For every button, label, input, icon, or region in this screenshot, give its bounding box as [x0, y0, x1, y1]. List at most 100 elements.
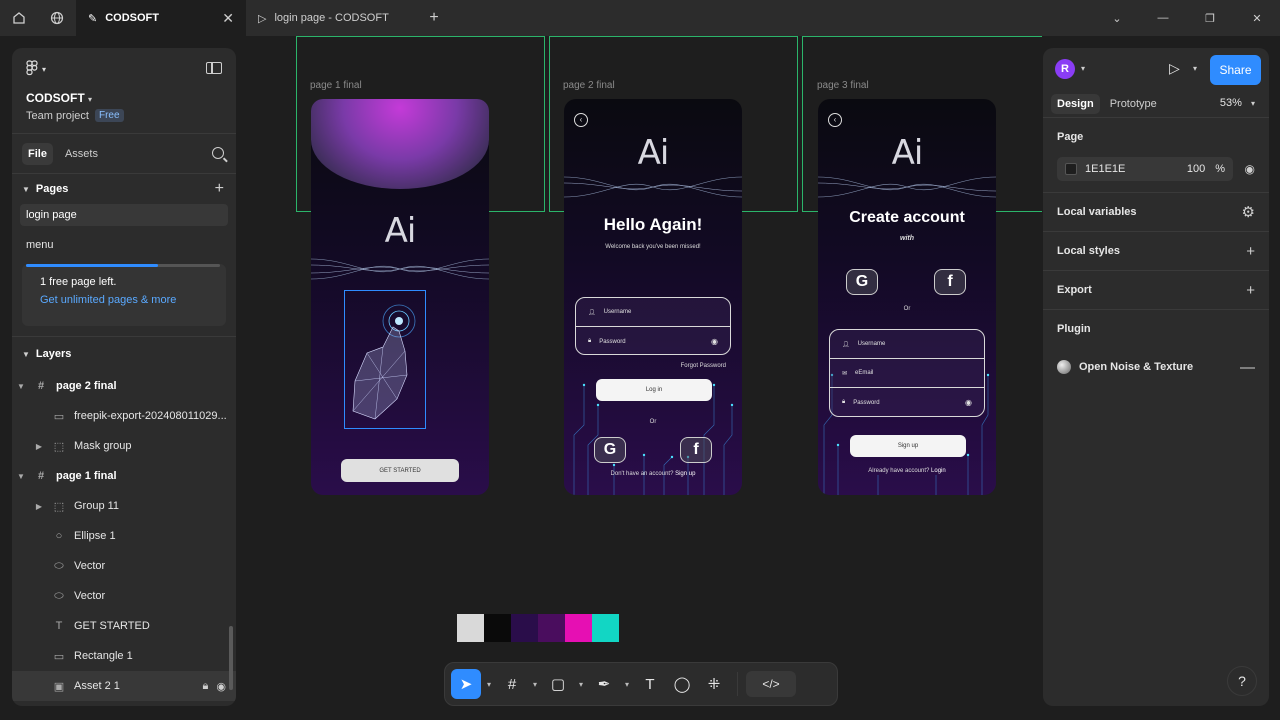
layer-row[interactable]: ○ Ellipse 1 — [12, 521, 236, 551]
close-window-button[interactable]: ✕ — [1234, 0, 1280, 36]
sign-up-link[interactable]: Sign up — [675, 471, 695, 477]
layer-row[interactable]: ⬭ Vector — [12, 581, 236, 611]
back-icon[interactable]: ‹ — [828, 113, 842, 127]
page-opacity[interactable]: 100 — [1187, 163, 1205, 175]
present-play-icon[interactable]: ▷ — [1169, 60, 1180, 77]
dev-mode-toggle[interactable]: </> — [746, 671, 796, 697]
frame-label[interactable]: page 3 final — [817, 80, 869, 91]
eye-icon[interactable]: ◉ — [711, 337, 718, 346]
swatch-dark-purple[interactable] — [511, 614, 538, 642]
page-item-login-page[interactable]: login page — [20, 204, 228, 226]
chevron-down-icon[interactable]: ▾ — [1081, 64, 1085, 73]
new-tab-button[interactable]: + — [416, 9, 452, 27]
help-button[interactable]: ? — [1227, 666, 1257, 696]
search-icon[interactable] — [212, 147, 224, 159]
forgot-password-link[interactable]: Forgot Password — [564, 363, 742, 369]
upgrade-link[interactable]: Get unlimited pages & more — [40, 294, 218, 306]
page-color-hex[interactable]: 1E1E1E — [1085, 163, 1125, 175]
avatar[interactable]: R — [1055, 59, 1075, 79]
layer-row[interactable]: ▭ freepik-export-202408011029... — [12, 401, 236, 431]
remove-plugin-button[interactable]: — — [1240, 359, 1255, 376]
pages-header[interactable]: ▼ Pages + — [12, 174, 236, 204]
frame-tool[interactable]: # — [497, 669, 527, 699]
eye-icon[interactable]: ◉ — [965, 398, 972, 407]
asset-selection-box[interactable] — [344, 290, 426, 429]
sign-up-button[interactable]: Sign up — [850, 435, 966, 457]
add-export-button[interactable]: + — [1246, 282, 1255, 299]
swatch-magenta[interactable] — [565, 614, 592, 642]
tab-assets[interactable]: Assets — [59, 143, 104, 165]
project-name[interactable]: CODSOFT ▾ — [26, 91, 222, 105]
layer-row[interactable]: ▣ Asset 2 1 🔒︎ ◉ — [12, 671, 236, 701]
frame-label[interactable]: page 1 final — [310, 80, 362, 91]
local-variables-section[interactable]: Local variables ⚙ — [1043, 193, 1269, 232]
tab-prototype[interactable]: Prototype — [1104, 94, 1163, 114]
layer-row[interactable]: ▶ ⬚ Mask group — [12, 431, 236, 461]
layer-row[interactable]: ▼ # page 2 final — [12, 371, 236, 401]
swatch-teal[interactable] — [592, 614, 619, 642]
chevron-right-icon[interactable]: ▶ — [34, 442, 44, 451]
username-field[interactable]: 👤︎ Username — [830, 330, 984, 359]
layers-header[interactable]: ▼ Layers — [12, 337, 236, 371]
page-3-frame[interactable]: ‹ Ai Create account with G f Or 👤︎ Userna… — [818, 99, 996, 495]
frame-label[interactable]: page 2 final — [563, 80, 615, 91]
chevron-right-icon[interactable]: ▶ — [34, 502, 44, 511]
export-section[interactable]: Export + — [1043, 271, 1269, 310]
page-item-menu[interactable]: menu — [20, 234, 228, 256]
text-tool[interactable]: T — [635, 669, 665, 699]
chevron-down-icon[interactable]: ▾ — [529, 680, 541, 689]
page-color-field[interactable]: 1E1E1E 100 % — [1057, 157, 1233, 181]
password-field[interactable]: 🔒︎ Password ◉ — [830, 388, 984, 417]
add-page-button[interactable]: + — [215, 180, 224, 198]
home-icon[interactable] — [0, 0, 38, 36]
swatch-light-gray[interactable] — [457, 614, 484, 642]
maximize-button[interactable]: ❐ — [1187, 0, 1233, 36]
google-button[interactable]: G — [846, 269, 878, 295]
swatch-black[interactable] — [484, 614, 511, 642]
swatch-purple[interactable] — [538, 614, 565, 642]
design-canvas[interactable]: page 1 final page 2 final page 3 final A… — [248, 36, 1042, 720]
eye-icon[interactable]: ◉ — [216, 680, 226, 693]
move-tool[interactable]: ➤ — [451, 669, 481, 699]
tab-design[interactable]: Design — [1051, 93, 1100, 114]
password-field[interactable]: 🔒︎ Password ◉ — [576, 327, 730, 356]
layer-row[interactable]: T GET STARTED — [12, 611, 236, 641]
layer-row[interactable]: ⬭ Vector — [12, 551, 236, 581]
tab-login-page[interactable]: ▷ login page - CODSOFT — [246, 0, 416, 36]
figma-menu[interactable]: ▾ — [26, 60, 222, 79]
get-started-button[interactable]: GET STARTED — [341, 459, 459, 482]
chevron-down-icon[interactable]: ▾ — [575, 680, 587, 689]
chevron-down-icon[interactable]: ▾ — [1193, 64, 1197, 73]
google-button[interactable]: G — [594, 437, 626, 463]
tab-file[interactable]: File — [22, 142, 53, 165]
eye-icon[interactable]: ◉ — [1245, 162, 1255, 176]
minimize-button[interactable]: — — [1140, 0, 1186, 36]
local-styles-section[interactable]: Local styles + — [1043, 232, 1269, 271]
layers-scrollbar[interactable] — [229, 626, 233, 690]
layer-row[interactable]: ▭ Rectangle 1 — [12, 641, 236, 671]
sidebar-toggle-icon[interactable] — [206, 62, 222, 74]
color-chip[interactable] — [1065, 163, 1077, 175]
sliders-icon[interactable]: ⚙ — [1242, 203, 1255, 221]
chevron-down-icon[interactable]: ▼ — [16, 382, 26, 391]
shape-tool[interactable]: ▢ — [543, 669, 573, 699]
facebook-button[interactable]: f — [680, 437, 712, 463]
chevron-down-icon[interactable]: ▼ — [16, 472, 26, 481]
tab-codsoft[interactable]: ✎ CODSOFT ✕ — [76, 0, 246, 36]
chevron-down-icon[interactable]: ▾ — [483, 680, 495, 689]
email-field[interactable]: ✉ eEmail — [830, 359, 984, 388]
log-in-button[interactable]: Log in — [596, 379, 712, 401]
layer-row[interactable]: ▼ # page 1 final — [12, 461, 236, 491]
login-link[interactable]: Login — [931, 468, 946, 474]
back-icon[interactable]: ‹ — [574, 113, 588, 127]
close-icon[interactable]: ✕ — [222, 10, 234, 27]
facebook-button[interactable]: f — [934, 269, 966, 295]
plugin-open-noise-texture[interactable]: Open Noise & Texture — — [1043, 348, 1269, 386]
actions-tool[interactable]: ⁜ — [699, 669, 729, 699]
chevron-down-icon[interactable]: ⌄ — [1094, 0, 1140, 36]
add-style-button[interactable]: + — [1246, 243, 1255, 260]
share-button[interactable]: Share — [1210, 55, 1261, 85]
lock-icon[interactable]: 🔒︎ — [203, 680, 209, 693]
username-field[interactable]: 👤︎ Username — [576, 298, 730, 327]
layer-row[interactable]: ▶ ⬚ Group 11 — [12, 491, 236, 521]
